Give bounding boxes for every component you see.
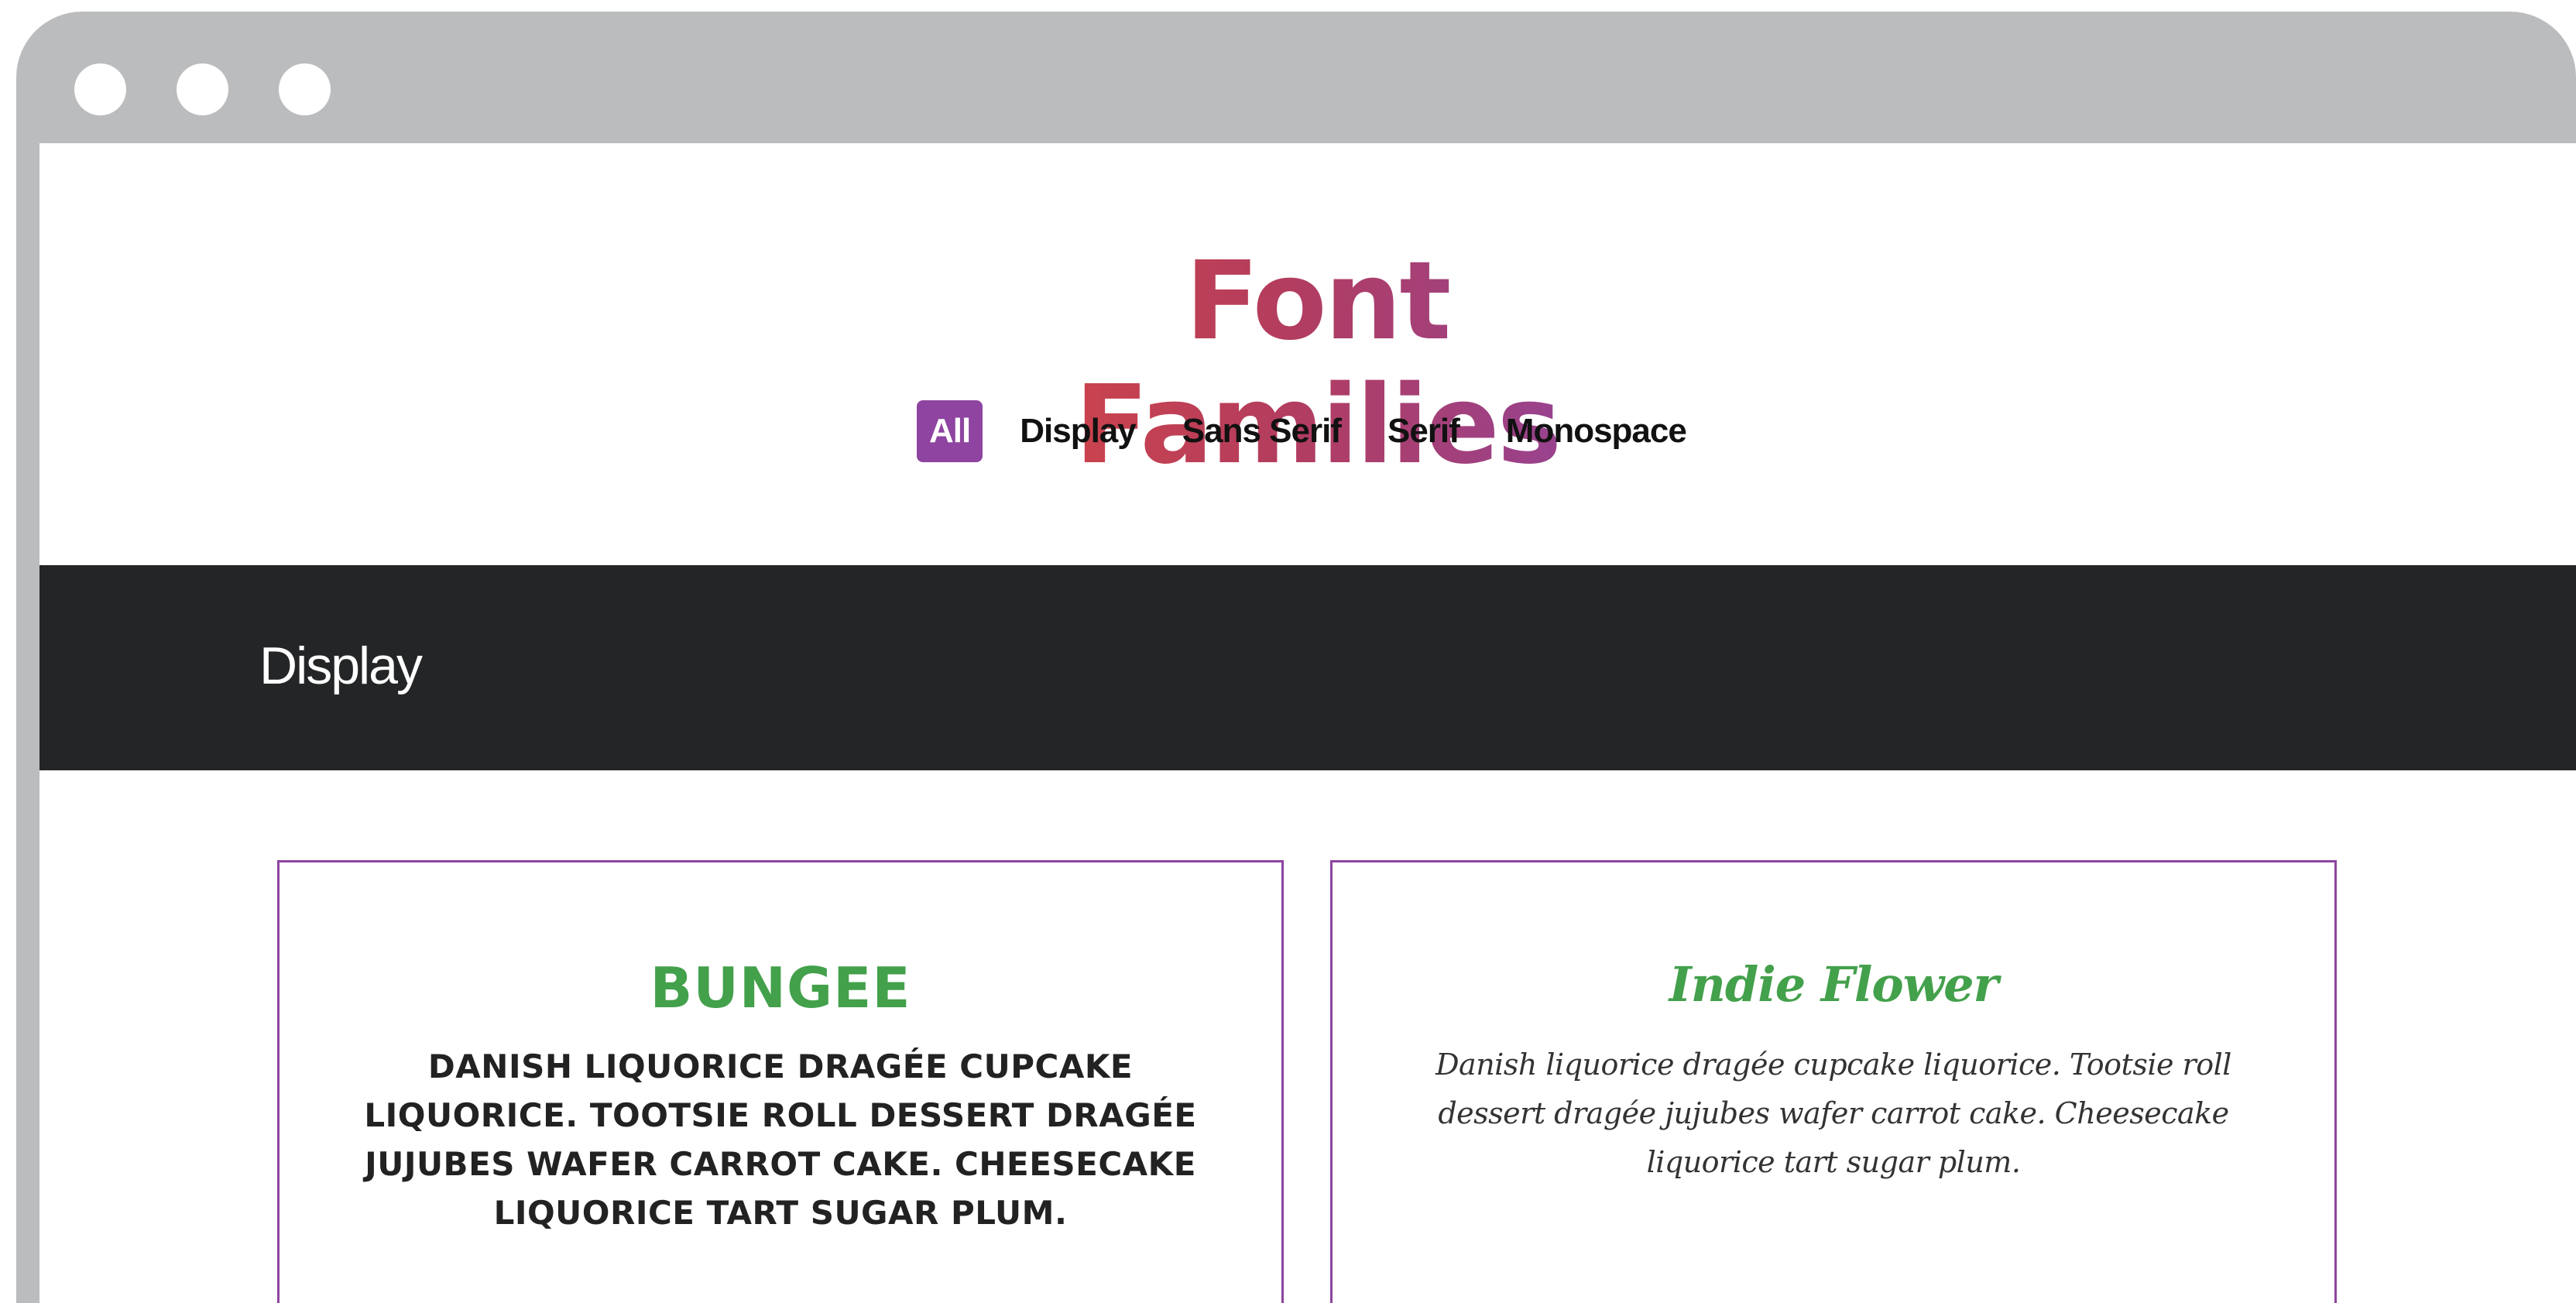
filter-all-button[interactable]: All: [917, 400, 983, 462]
font-name: Bungee: [650, 955, 911, 1020]
section-header: Display: [39, 565, 2576, 770]
filter-serif-button[interactable]: Serif: [1364, 400, 1483, 462]
filter-nav: All Display Sans Serif Serif Monospace: [917, 400, 1710, 462]
browser-window: Font Families All Display Sans Serif Ser…: [16, 12, 2576, 1303]
font-card-bungee: Bungee Danish liquorice dragée cupcake l…: [277, 860, 1284, 1303]
filter-monospace-button[interactable]: Monospace: [1483, 400, 1710, 462]
close-dot[interactable]: [74, 63, 126, 115]
filter-display-button[interactable]: Display: [996, 400, 1159, 462]
filter-sans-serif-button[interactable]: Sans Serif: [1159, 400, 1364, 462]
page-header: Font Families: [969, 240, 1665, 488]
font-sample-text: Danish liquorice dragée cupcake liquoric…: [1435, 1048, 2231, 1179]
font-card-indie-flower: Indie Flower Danish liquorice dragée cup…: [1330, 860, 2337, 1303]
font-name: Indie Flower: [1669, 956, 1998, 1013]
window-controls: [74, 63, 331, 115]
page-viewport: Font Families All Display Sans Serif Ser…: [39, 143, 2576, 1303]
minimize-dot[interactable]: [177, 63, 228, 115]
zoom-dot[interactable]: [279, 63, 331, 115]
section-title: Display: [259, 636, 423, 695]
font-sample-text: Danish liquorice dragée cupcake liquoric…: [364, 1048, 1197, 1232]
